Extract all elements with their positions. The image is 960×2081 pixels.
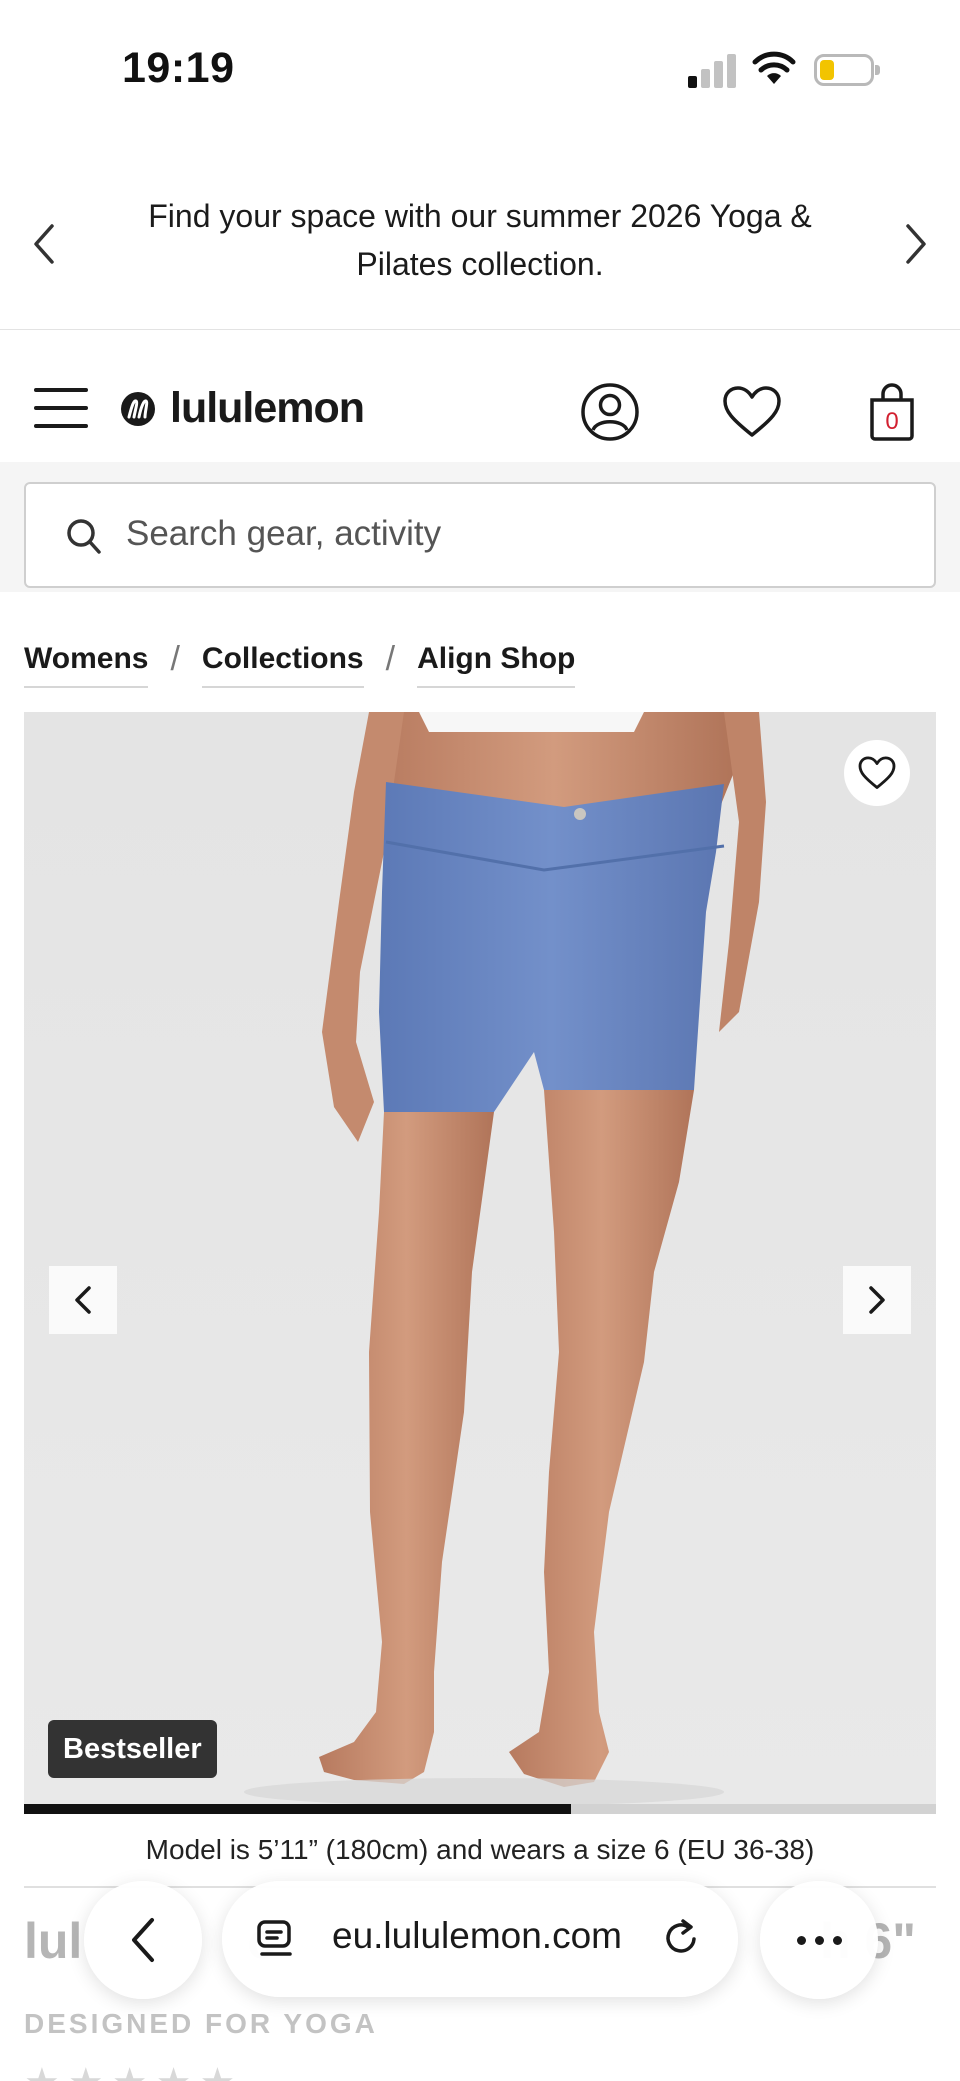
rating-stars: ★★★★★ [24, 2060, 243, 2081]
breadcrumb-collections[interactable]: Collections [201, 642, 364, 688]
chevron-left-icon [75, 1286, 91, 1314]
product-image-gallery[interactable]: Bestseller [24, 712, 936, 1814]
account-button[interactable] [578, 380, 642, 444]
reload-icon[interactable] [662, 1917, 702, 1959]
site-header: lululemon 0 [0, 332, 960, 462]
search-bar: Search gear, activity [0, 462, 960, 592]
chevron-left-icon [132, 1918, 154, 1962]
wishlist-button[interactable] [720, 380, 784, 444]
wifi-icon [752, 51, 796, 84]
status-time: 19:19 [122, 44, 235, 92]
heart-icon [723, 386, 781, 437]
image-progress-fill [24, 1804, 572, 1814]
breadcrumb-separator: / [385, 640, 396, 678]
product-photo [24, 712, 936, 1814]
promo-next-button[interactable] [896, 214, 936, 274]
chevron-right-icon [906, 224, 926, 264]
image-next-button[interactable] [843, 1266, 911, 1334]
url-text: eu.lululemon.com [332, 1915, 622, 1956]
logo-text: lululemon [170, 384, 365, 432]
bag-count: 0 [885, 408, 899, 435]
cellular-signal-icon [688, 52, 738, 88]
heart-icon [858, 756, 896, 789]
breadcrumb-align-shop[interactable]: Align Shop [417, 642, 576, 688]
battery-icon [814, 54, 880, 86]
search-placeholder: Search gear, activity [126, 514, 442, 553]
lululemon-logo-icon [121, 391, 155, 426]
status-bar: 19:19 [0, 0, 960, 140]
bestseller-badge: Bestseller [48, 1720, 217, 1778]
image-prev-button[interactable] [49, 1266, 117, 1334]
image-progress-bar [24, 1804, 936, 1814]
chevron-right-icon [869, 1286, 885, 1314]
breadcrumb: Womens / Collections / Align Shop [24, 640, 576, 689]
chevron-left-icon [34, 224, 54, 264]
promo-text[interactable]: Find your space with our summer 2026 Yog… [110, 192, 850, 288]
browser-address-bar[interactable]: eu.lululemon.com [222, 1881, 738, 1997]
designed-for-label: DESIGNED FOR YOGA [24, 2008, 378, 2039]
model-size-note: Model is 5’11” (180cm) and wears a size … [145, 1834, 815, 1865]
account-icon [581, 383, 639, 441]
search-input[interactable]: Search gear, activity [24, 482, 936, 588]
menu-icon[interactable] [34, 388, 88, 428]
site-logo[interactable]: lululemon [120, 384, 365, 433]
search-icon [67, 519, 101, 554]
browser-back-button[interactable] [84, 1881, 202, 1999]
tabs-icon [257, 1920, 292, 1956]
breadcrumb-womens[interactable]: Womens [24, 642, 149, 688]
breadcrumb-separator: / [170, 640, 180, 678]
add-to-wishlist-button[interactable] [844, 740, 910, 806]
promo-prev-button[interactable] [24, 214, 64, 274]
more-icon[interactable] [760, 1881, 878, 1999]
promo-banner: Find your space with our summer 2026 Yog… [0, 170, 960, 330]
browser-toolbar: eu.lululemon.com [0, 1878, 960, 2002]
bag-button[interactable]: 0 [860, 380, 924, 444]
